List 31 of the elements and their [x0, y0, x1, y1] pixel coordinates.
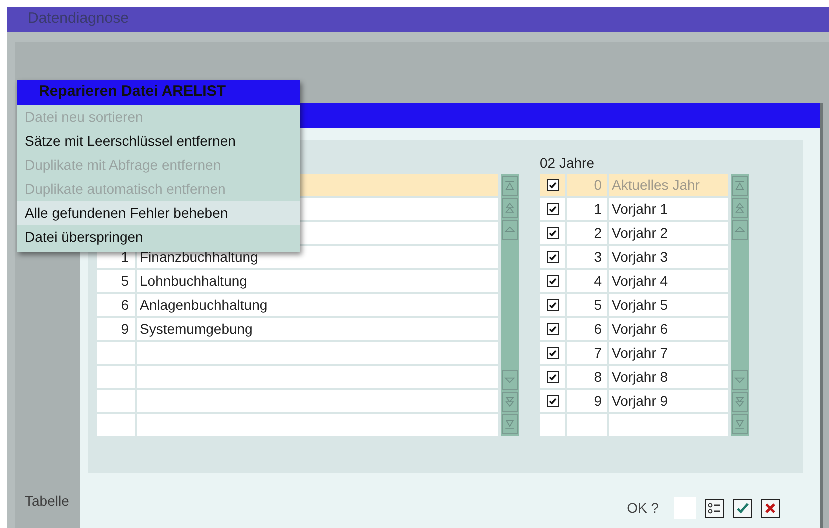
table-cell: 5	[97, 270, 135, 292]
column-header: 02 Jahre	[540, 154, 594, 173]
table-cell: 4	[567, 270, 607, 292]
table-cell: 9	[567, 390, 607, 412]
window-title: Datendiagnose	[28, 9, 129, 30]
table-cell: 8	[567, 366, 607, 388]
table-cell: Lohnbuchhaltung	[137, 270, 498, 292]
table-cell: 2	[567, 222, 607, 244]
table-cell: Vorjahr 5	[609, 294, 728, 316]
table-cell: Vorjahr 2	[609, 222, 728, 244]
table-cell: Aktuelles Jahr	[609, 174, 728, 196]
table-cell: Vorjahr 4	[609, 270, 728, 292]
table-cell: Vorjahr 8	[609, 366, 728, 388]
table-cell: 3	[567, 246, 607, 268]
table-cell: 0	[567, 174, 607, 196]
confirm-label: OK ?	[627, 498, 659, 518]
table-cell: 7	[567, 342, 607, 364]
menu-title: Reparieren Datei ARELIST	[39, 82, 226, 102]
table-cell: Vorjahr 9	[609, 390, 728, 412]
table-cell: 6	[567, 318, 607, 340]
table-cell: 9	[97, 318, 135, 340]
table-cell: Vorjahr 6	[609, 318, 728, 340]
side-label: Tabelle	[25, 492, 70, 511]
table-cell: Vorjahr 1	[609, 198, 728, 220]
table-cell: 1	[567, 198, 607, 220]
table-cell: Anlagenbuchhaltung	[137, 294, 498, 316]
table-cell: 5	[567, 294, 607, 316]
table-cell: Systemumgebung	[137, 318, 498, 340]
table-cell: Vorjahr 7	[609, 342, 728, 364]
table-cell: Vorjahr 3	[609, 246, 728, 268]
table-cell: 6	[97, 294, 135, 316]
